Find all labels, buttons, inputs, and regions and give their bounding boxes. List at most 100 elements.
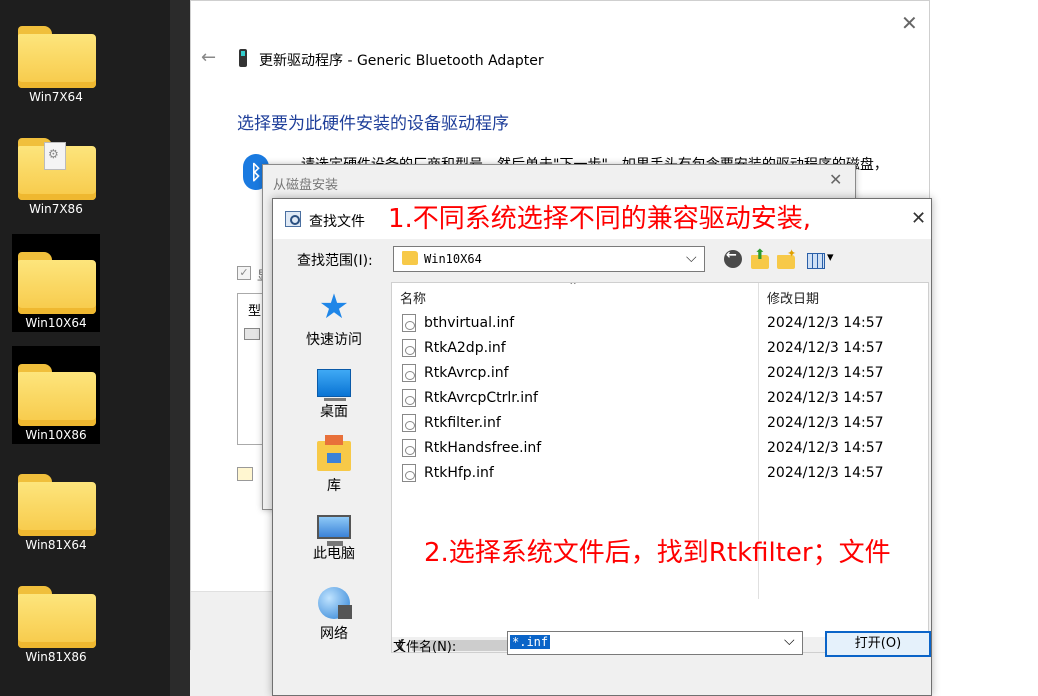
computer-icon (317, 515, 351, 546)
sort-ascending-icon: ⌃ (568, 282, 579, 293)
folder-label: Win81X64 (25, 538, 87, 552)
desktop-icon (317, 369, 351, 401)
place-label: 快速访问 (306, 332, 362, 348)
library-icon (317, 435, 351, 471)
desktop: Win7X64 Win7X86 Win10X64 Win10X86 Win81X… (0, 0, 170, 696)
file-row[interactable]: RtkHandsfree.inf 2024/12/3 14:57 (392, 436, 928, 461)
place-label: 此电脑 (313, 546, 355, 562)
inf-file-icon (402, 339, 416, 357)
place-label: 库 (327, 478, 341, 494)
folder-icon (18, 26, 96, 88)
model-list-header: 型 (248, 304, 262, 319)
up-folder-icon[interactable] (749, 247, 771, 271)
desktop-folder-win7x86[interactable]: Win7X86 (12, 120, 100, 218)
open-button[interactable]: 打开(O) (825, 631, 931, 657)
view-menu-icon[interactable] (805, 249, 839, 271)
device-icon (239, 49, 247, 67)
file-modified: 2024/12/3 14:57 (767, 440, 884, 456)
place-libraries[interactable]: 库 (295, 435, 373, 495)
wizard-title: 更新驱动程序 - Generic Bluetooth Adapter (259, 53, 544, 69)
file-row[interactable]: Rtkfilter.inf 2024/12/3 14:57 (392, 411, 928, 436)
find-file-dialog: 查找文件 ✕ 查找范围(I): Win10X64 ⌵ ★ 快速访问 桌面 库 此… (272, 198, 932, 696)
window-gap (170, 0, 190, 696)
file-modified: 2024/12/3 14:57 (767, 390, 884, 406)
desktop-folder-win81x64[interactable]: Win81X64 (12, 456, 100, 554)
background-area (930, 0, 1038, 696)
file-modified: 2024/12/3 14:57 (767, 340, 884, 356)
look-in-value: Win10X64 (424, 252, 482, 266)
file-name-input[interactable]: *.inf ⌵ (507, 631, 803, 655)
column-header-name[interactable]: 名称 (400, 288, 426, 307)
file-row[interactable]: bthvirtual.inf 2024/12/3 14:57 (392, 311, 928, 336)
file-modified: 2024/12/3 14:57 (767, 465, 884, 481)
find-dialog-title: 查找文件 (309, 214, 365, 230)
folder-icon (402, 251, 418, 265)
new-folder-icon[interactable] (775, 247, 797, 271)
file-row[interactable]: RtkAvrcp.inf 2024/12/3 14:57 (392, 361, 928, 386)
look-in-label: 查找范围(I): (297, 253, 373, 269)
folder-label: Win10X86 (25, 428, 87, 442)
folder-label: Win10X64 (25, 316, 87, 330)
inf-file-icon (402, 464, 416, 482)
file-name: RtkHandsfree.inf (424, 440, 542, 456)
find-file-icon (285, 211, 301, 227)
file-name: bthvirtual.inf (424, 315, 515, 331)
look-in-combo[interactable]: Win10X64 ⌵ (393, 246, 705, 272)
inf-file-icon (402, 414, 416, 432)
file-name: RtkHfp.inf (424, 465, 494, 481)
driver-icon (244, 328, 260, 340)
place-this-pc[interactable]: 此电脑 (295, 511, 373, 563)
wizard-heading: 选择要为此硬件安装的设备驱动程序 (237, 114, 509, 134)
signed-driver-icon (237, 467, 253, 481)
folder-label: Win7X64 (29, 90, 83, 104)
inf-file-icon (402, 364, 416, 382)
folder-icon (18, 364, 96, 426)
folder-label: Win7X86 (29, 202, 83, 216)
star-icon: ★ (318, 287, 350, 327)
folder-icon (18, 586, 96, 648)
disk-dialog-title: 从磁盘安装 (273, 178, 339, 193)
place-network[interactable]: 网络 (295, 585, 373, 643)
file-name-value: *.inf (510, 635, 551, 649)
back-arrow-icon[interactable]: ← (201, 47, 216, 68)
place-desktop[interactable]: 桌面 (295, 363, 373, 421)
desktop-folder-win10x64[interactable]: Win10X64 (12, 234, 100, 332)
file-name-label: 文件名(N): (393, 640, 457, 655)
file-name: Rtkfilter.inf (424, 415, 501, 431)
disk-dialog-close-button[interactable]: ✕ (829, 170, 842, 189)
file-row[interactable]: RtkHfp.inf 2024/12/3 14:57 (392, 461, 928, 486)
network-icon (318, 587, 352, 619)
desktop-folder-win10x86[interactable]: Win10X86 (12, 346, 100, 444)
place-label: 网络 (320, 626, 348, 642)
find-dialog-close-button[interactable]: ✕ (911, 208, 926, 229)
place-label: 桌面 (320, 404, 348, 420)
file-row[interactable]: RtkA2dp.inf 2024/12/3 14:57 (392, 336, 928, 361)
file-name: RtkAvrcpCtrlr.inf (424, 390, 538, 406)
folder-icon (18, 138, 96, 200)
place-quick-access[interactable]: ★ 快速访问 (295, 289, 373, 349)
file-modified: 2024/12/3 14:57 (767, 365, 884, 381)
desktop-folder-win7x64[interactable]: Win7X64 (12, 8, 100, 106)
file-row[interactable]: RtkAvrcpCtrlr.inf 2024/12/3 14:57 (392, 386, 928, 411)
annotation-step-2: 2.选择系统文件后，找到Rtkfilter；文件 (424, 538, 891, 568)
inf-file-icon (402, 439, 416, 457)
desktop-folder-win81x86[interactable]: Win81X86 (12, 568, 100, 666)
chevron-down-icon[interactable]: ⌵ (784, 633, 795, 649)
file-list[interactable]: ⌃ 名称 修改日期 bthvirtual.inf 2024/12/3 14:57… (391, 282, 929, 653)
back-icon[interactable] (723, 248, 745, 271)
folder-label: Win81X86 (25, 650, 87, 664)
wizard-close-button[interactable]: ✕ (901, 11, 918, 35)
column-header-modified[interactable]: 修改日期 (767, 288, 819, 307)
chevron-down-icon[interactable]: ⌵ (686, 250, 697, 266)
file-modified: 2024/12/3 14:57 (767, 315, 884, 331)
show-compatible-checkbox[interactable]: ✓ (237, 266, 251, 280)
document-gear-icon (44, 142, 66, 170)
file-modified: 2024/12/3 14:57 (767, 415, 884, 431)
folder-icon (18, 252, 96, 314)
find-dialog-client: 查找范围(I): Win10X64 ⌵ ★ 快速访问 桌面 库 此电脑 网络 (273, 239, 931, 695)
file-name: RtkAvrcp.inf (424, 365, 509, 381)
folder-icon (18, 474, 96, 536)
inf-file-icon (402, 314, 416, 332)
annotation-step-1: 1.不同系统选择不同的兼容驱动安装, (388, 204, 812, 234)
inf-file-icon (402, 389, 416, 407)
